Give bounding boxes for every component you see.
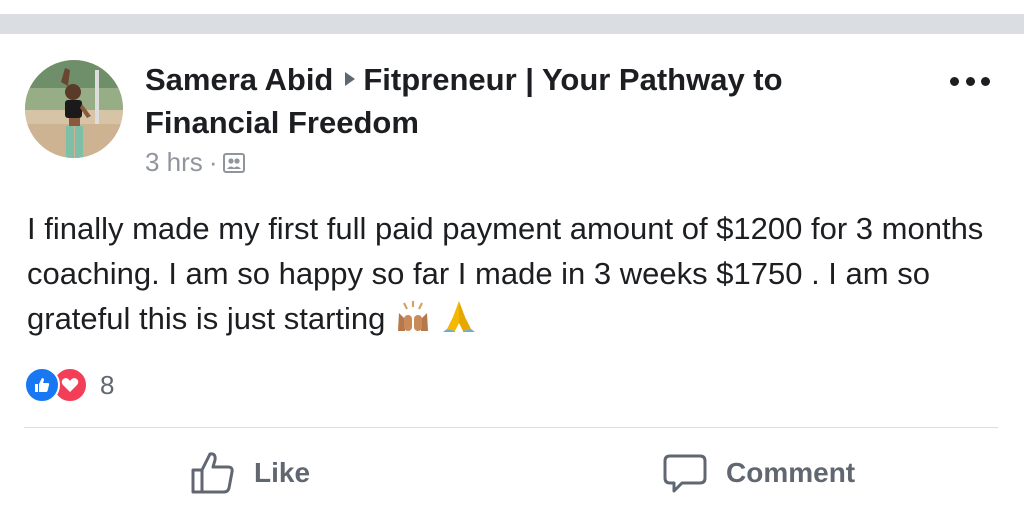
reaction-count: 8 — [100, 369, 115, 400]
like-label: Like — [254, 457, 311, 488]
post-meta: 3 hrs · — [145, 144, 246, 180]
arrow-right-icon — [345, 72, 356, 86]
comment-button[interactable]: Comment — [662, 448, 855, 498]
more-dot-icon — [965, 76, 975, 86]
more-dot-icon — [950, 76, 959, 86]
post-body: I finally made my first full paid paymen… — [27, 206, 1002, 341]
thumbs-up-icon — [191, 452, 234, 494]
top-separator — [0, 0, 1024, 36]
actions-divider — [24, 427, 998, 428]
post-header: Samera Abid Fitpreneur | Your Pathway to … — [145, 58, 905, 144]
like-button[interactable]: Like — [190, 448, 310, 498]
like-reaction-icon — [24, 367, 60, 403]
comment-bubble-icon — [663, 454, 707, 493]
separator-bar — [0, 14, 1024, 34]
avatar-photo — [25, 60, 123, 158]
comment-label: Comment — [726, 457, 856, 488]
post-time[interactable]: 3 hrs — [145, 147, 203, 177]
group-audience-icon — [223, 153, 246, 173]
raising-hands-emoji — [398, 301, 429, 331]
post-card: Samera Abid Fitpreneur | Your Pathway to … — [0, 36, 1024, 511]
author-name[interactable]: Samera Abid — [145, 62, 333, 97]
more-options-button[interactable] — [950, 74, 990, 88]
folded-hands-emoji — [443, 301, 476, 332]
reactions-summary[interactable]: 8 — [24, 367, 115, 403]
post-body-text: I finally made my first full paid paymen… — [27, 211, 984, 336]
more-dot-icon — [981, 76, 990, 86]
meta-separator: · — [208, 147, 218, 177]
avatar[interactable] — [25, 60, 123, 158]
